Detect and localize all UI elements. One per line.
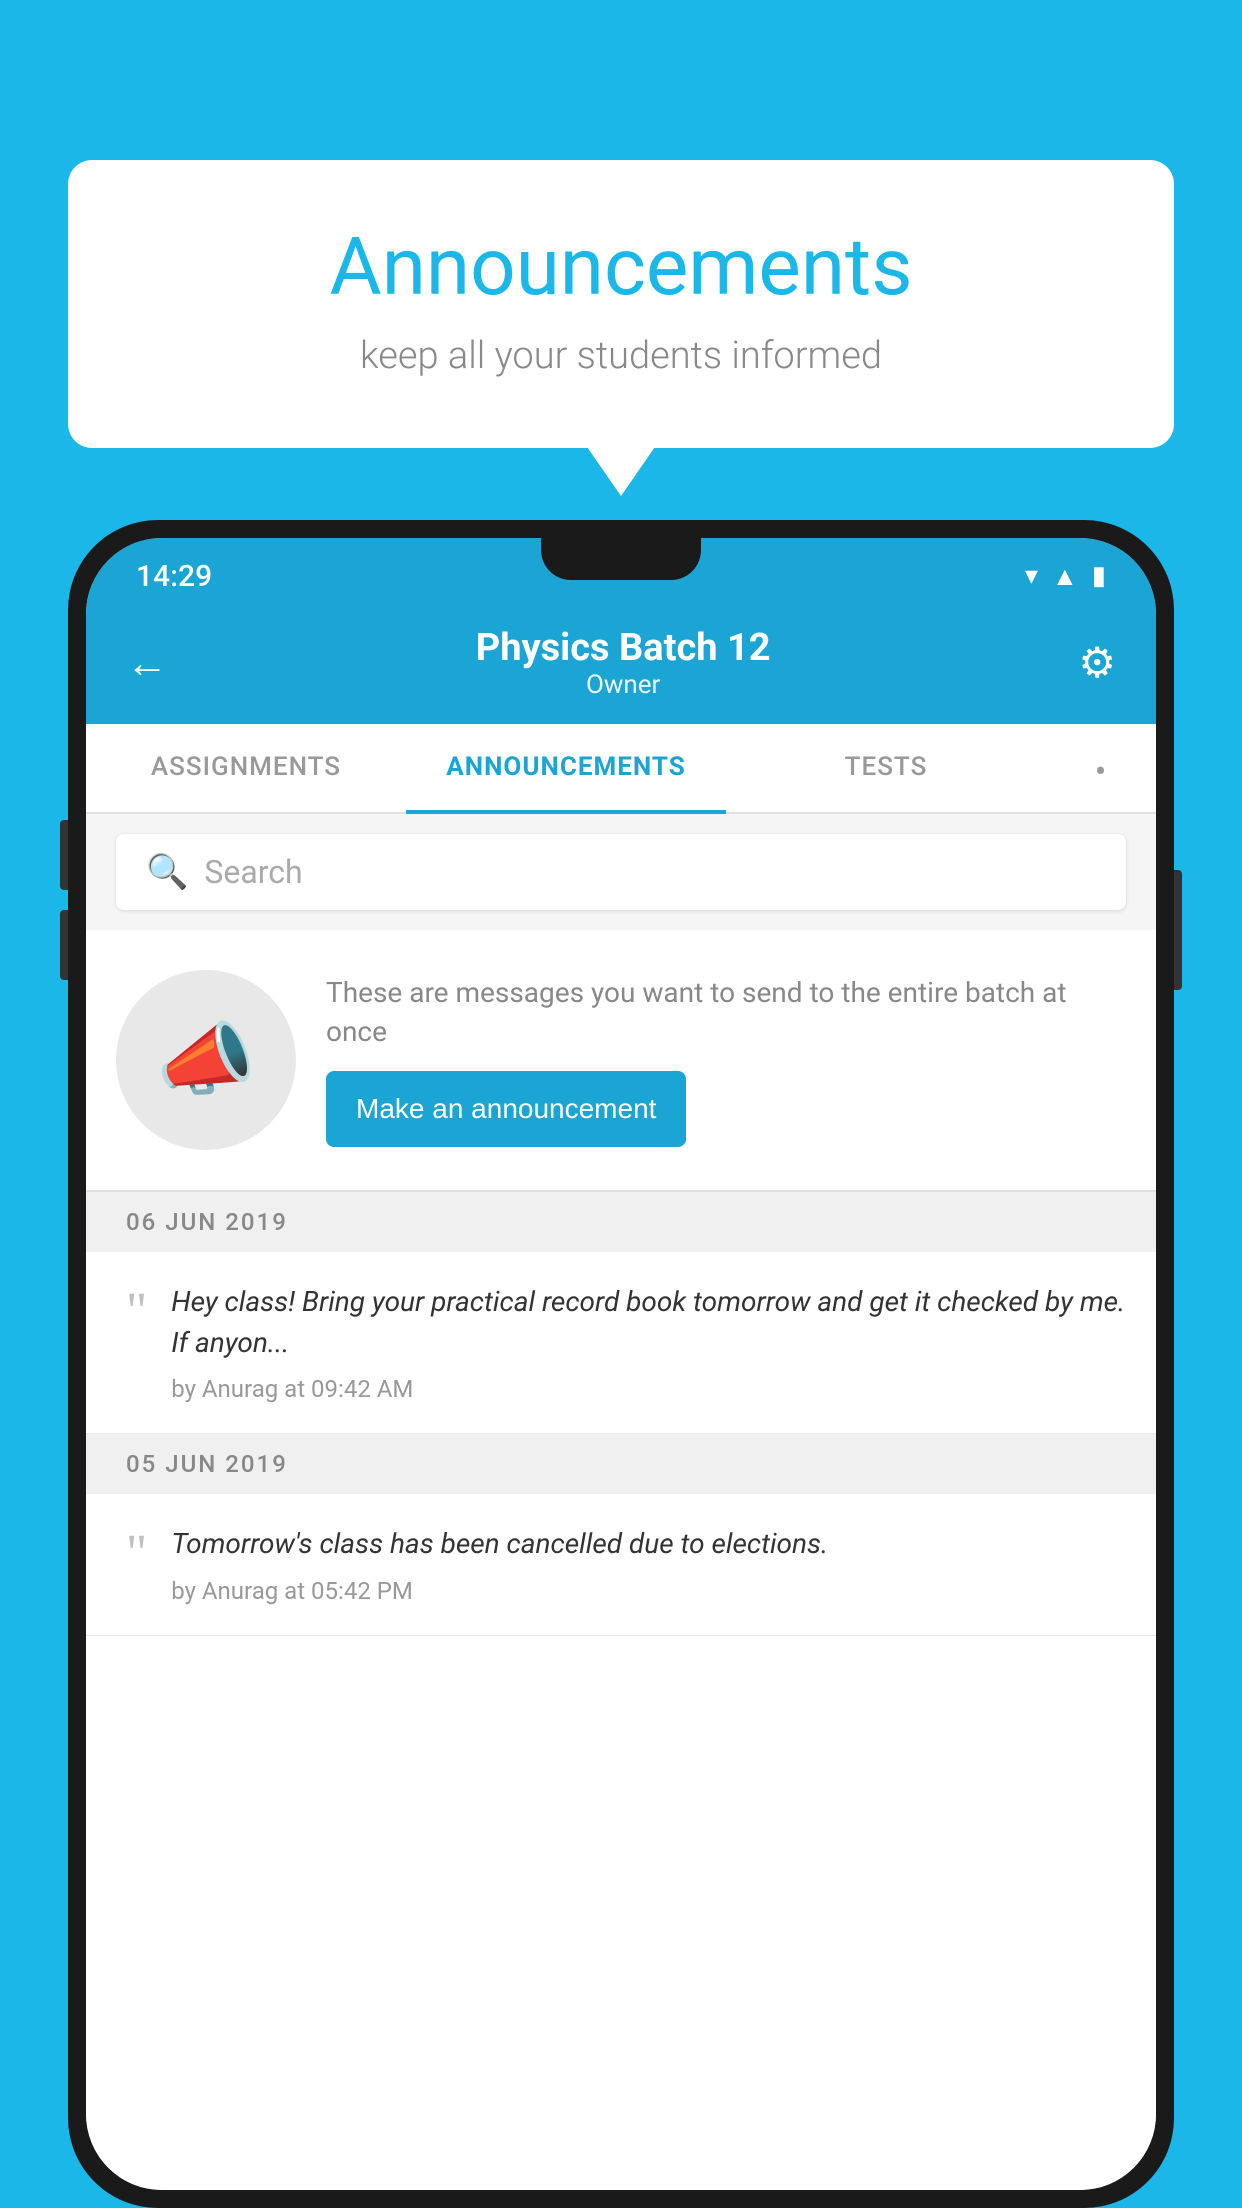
announcement-meta-1: by Anurag at 09:42 AM (171, 1375, 1126, 1403)
announcement-text-2: Tomorrow's class has been cancelled due … (171, 1524, 1126, 1565)
phone-container: 14:29 ▾ ▲ ▮ ← Physics Batch 12 Owner ⚙ (68, 520, 1174, 2208)
back-button[interactable]: ← (126, 639, 168, 688)
phone-screen: 14:29 ▾ ▲ ▮ ← Physics Batch 12 Owner ⚙ (86, 538, 1156, 2190)
announcement-content-1: Hey class! Bring your practical record b… (171, 1282, 1126, 1403)
megaphone-icon: 📣 (156, 1013, 256, 1107)
announcement-item-1: " Hey class! Bring your practical record… (86, 1252, 1156, 1434)
volume-down-button (60, 910, 68, 980)
promo-right: These are messages you want to send to t… (326, 973, 1126, 1147)
announcement-meta-2: by Anurag at 05:42 PM (171, 1577, 1126, 1605)
header-title: Physics Batch 12 (168, 626, 1078, 670)
phone-notch (541, 538, 701, 580)
wifi-icon: ▾ (1025, 561, 1038, 591)
date-separator-1: 06 JUN 2019 (86, 1192, 1156, 1252)
phone-outer: 14:29 ▾ ▲ ▮ ← Physics Batch 12 Owner ⚙ (68, 520, 1174, 2208)
promo-section: 📣 These are messages you want to send to… (86, 930, 1156, 1192)
volume-up-button (60, 820, 68, 890)
search-input[interactable]: Search (204, 853, 302, 891)
announcement-item-2: " Tomorrow's class has been cancelled du… (86, 1494, 1156, 1636)
make-announcement-button[interactable]: Make an announcement (326, 1071, 686, 1147)
status-icons: ▾ ▲ ▮ (1025, 561, 1106, 592)
quote-icon-1: " (126, 1286, 147, 1338)
announcement-content-2: Tomorrow's class has been cancelled due … (171, 1524, 1126, 1605)
battery-icon: ▮ (1092, 561, 1106, 591)
status-time: 14:29 (136, 559, 212, 594)
content-area: 🔍 Search 📣 These are messages you want t… (86, 814, 1156, 2190)
date-separator-2: 05 JUN 2019 (86, 1434, 1156, 1494)
announcement-text-1: Hey class! Bring your practical record b… (171, 1282, 1126, 1363)
tab-more[interactable]: • (1046, 724, 1156, 812)
quote-icon-2: " (126, 1528, 147, 1580)
bubble-subtitle: keep all your students informed (148, 334, 1094, 378)
tab-tests[interactable]: TESTS (726, 724, 1046, 812)
bubble-title: Announcements (148, 220, 1094, 314)
signal-icon: ▲ (1052, 561, 1078, 592)
tabs-bar: ASSIGNMENTS ANNOUNCEMENTS TESTS • (86, 724, 1156, 814)
promo-description: These are messages you want to send to t… (326, 973, 1126, 1051)
tab-assignments[interactable]: ASSIGNMENTS (86, 724, 406, 812)
search-bar-section: 🔍 Search (86, 814, 1156, 930)
tab-announcements[interactable]: ANNOUNCEMENTS (406, 724, 726, 812)
search-icon: 🔍 (146, 852, 188, 892)
header-subtitle: Owner (168, 670, 1078, 700)
settings-icon[interactable]: ⚙ (1078, 638, 1116, 688)
megaphone-circle: 📣 (116, 970, 296, 1150)
speech-bubble-section: Announcements keep all your students inf… (68, 160, 1174, 448)
header-center: Physics Batch 12 Owner (168, 626, 1078, 700)
speech-bubble-card: Announcements keep all your students inf… (68, 160, 1174, 448)
app-header: ← Physics Batch 12 Owner ⚙ (86, 606, 1156, 724)
power-button (1174, 870, 1182, 990)
search-bar[interactable]: 🔍 Search (116, 834, 1126, 910)
